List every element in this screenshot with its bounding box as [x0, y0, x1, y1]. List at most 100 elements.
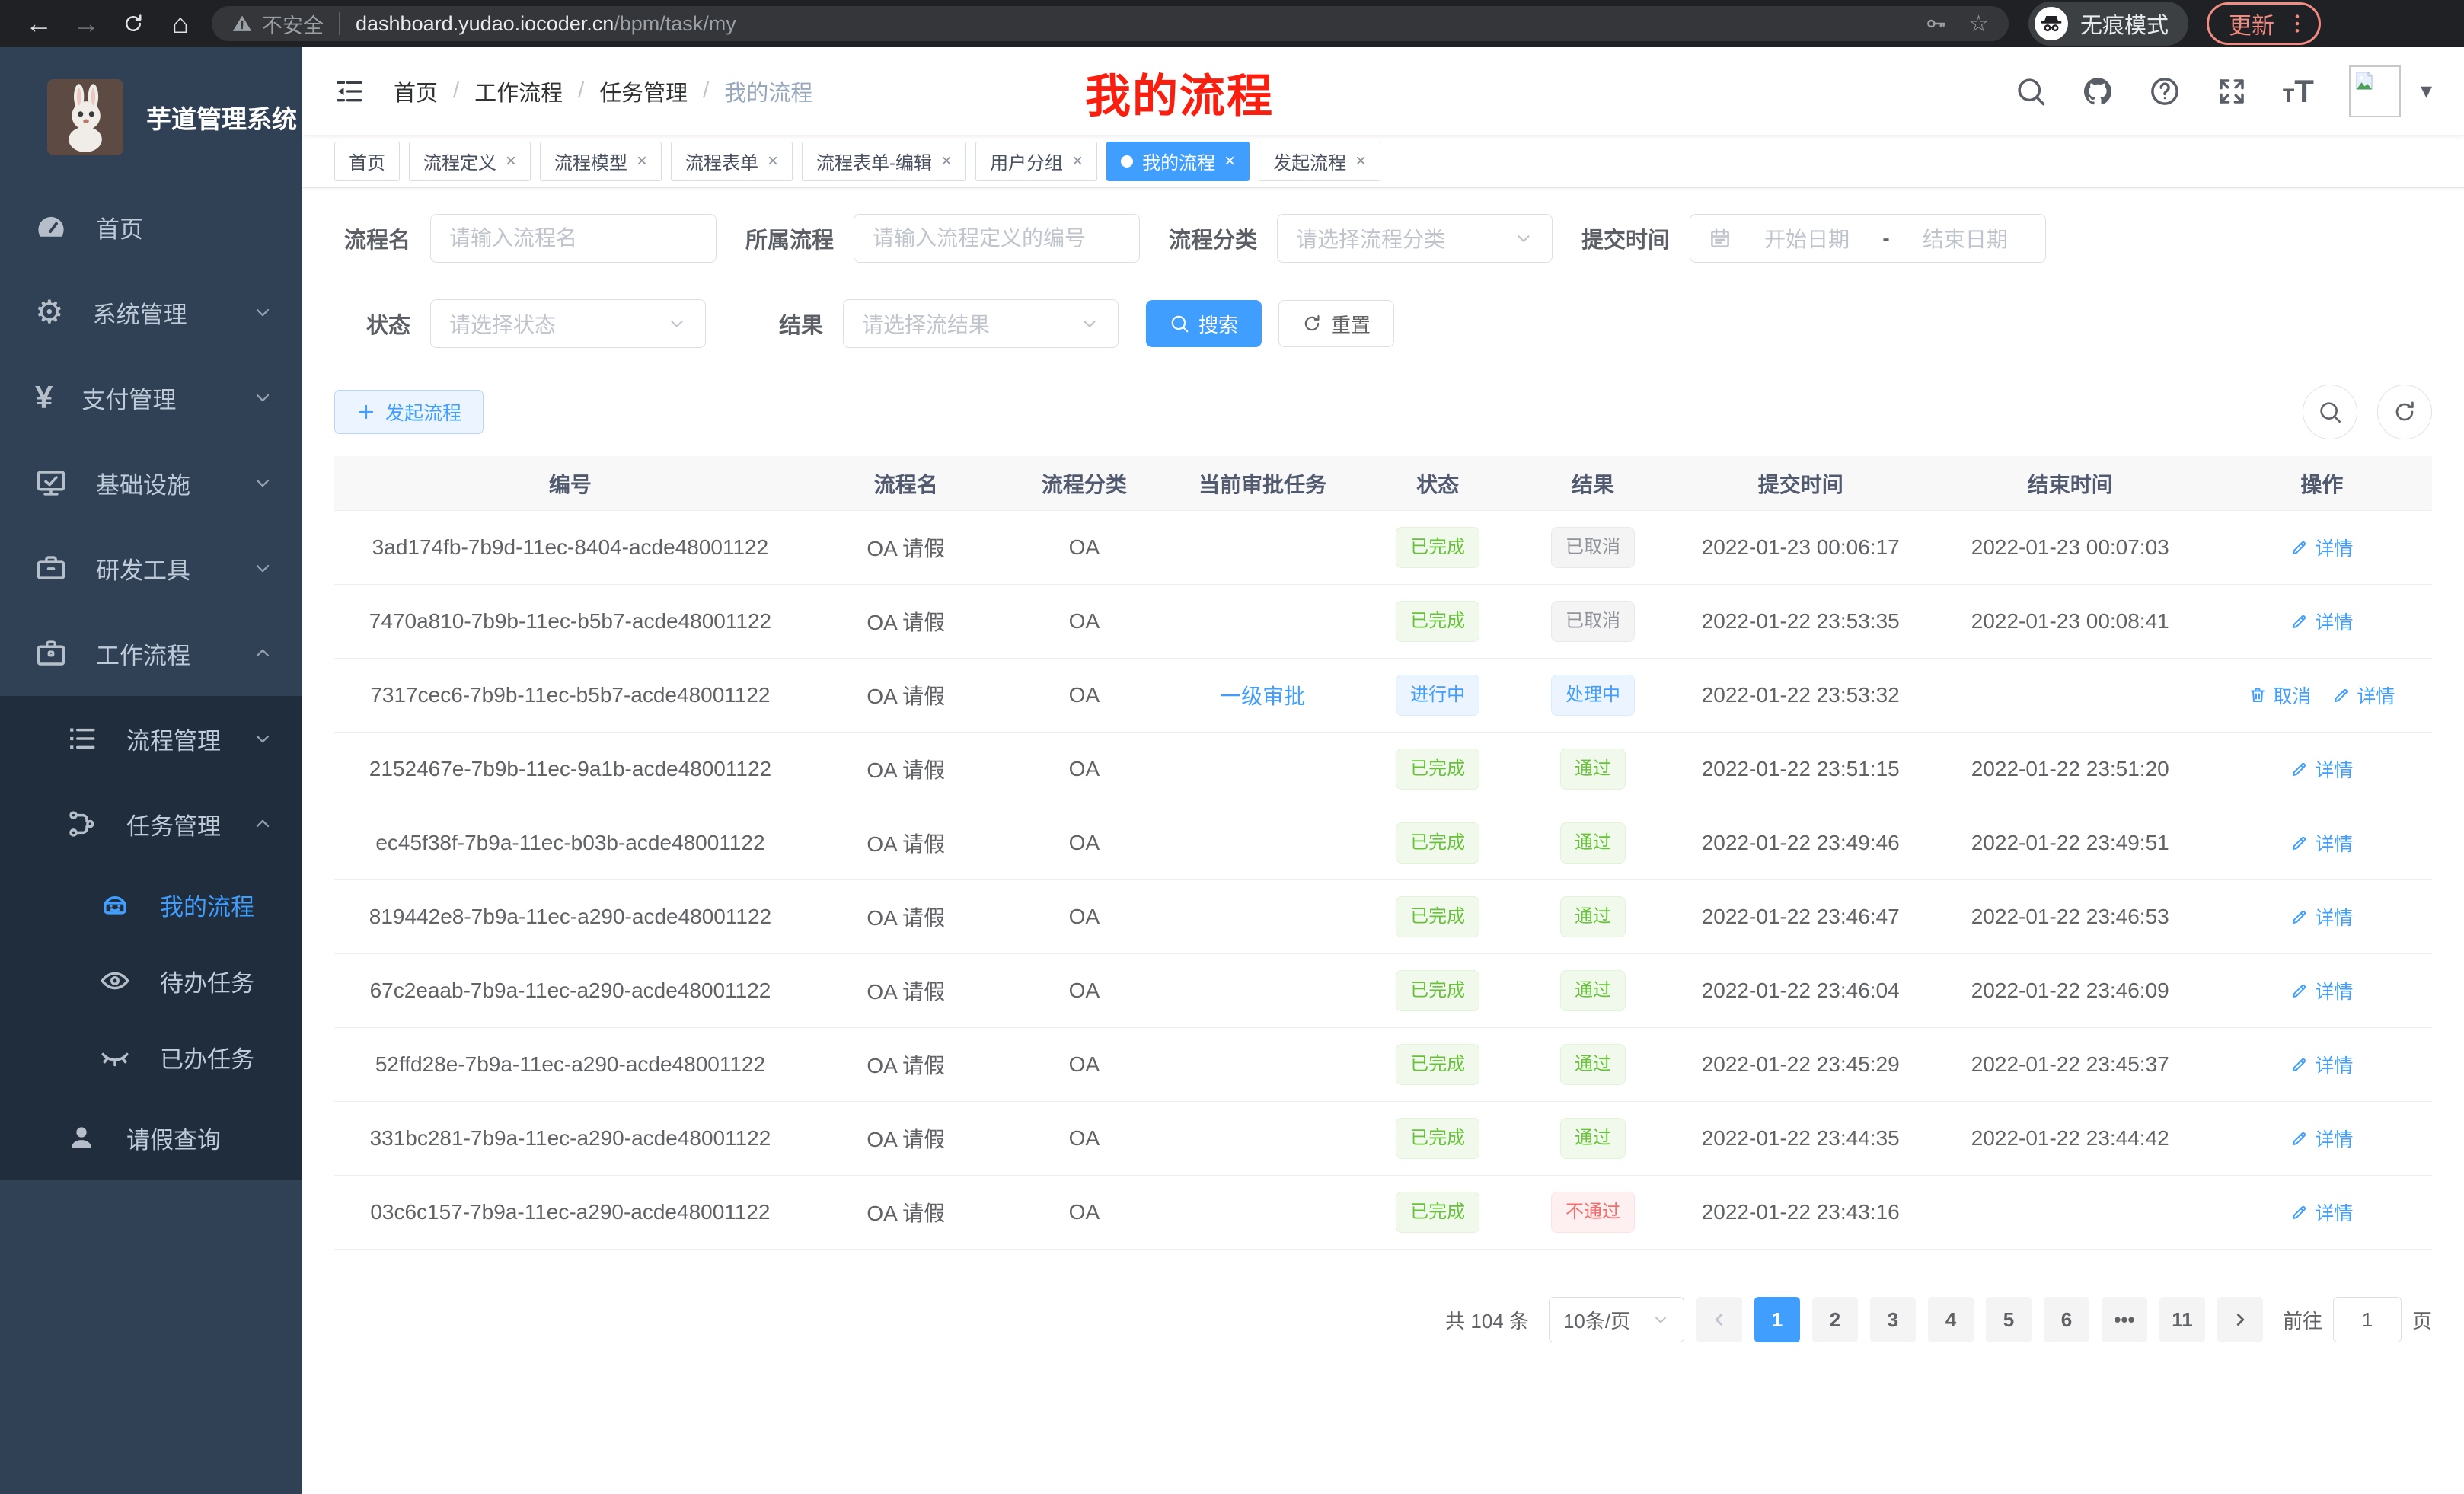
cell-end-time: 2022-01-22 23:46:53 [1929, 905, 2212, 929]
process-definition-input[interactable] [854, 214, 1140, 263]
close-tab-icon[interactable]: × [1224, 151, 1235, 172]
detail-link[interactable]: 详情 [2290, 755, 2353, 783]
table-row: 7317cec6-7b9b-11ec-b5b7-acde48001122OA 请… [334, 659, 2432, 733]
browser-menu-icon[interactable] [2285, 11, 2309, 36]
result-select[interactable]: 请选择流结果 [843, 299, 1119, 348]
goto-page-input[interactable] [2333, 1297, 2402, 1342]
robot-icon [99, 889, 131, 921]
sidebar-item-my-process[interactable]: 我的流程 [0, 867, 302, 943]
breadcrumb-item[interactable]: 工作流程 [474, 75, 563, 107]
close-tab-icon[interactable]: × [637, 151, 647, 172]
close-tab-icon[interactable]: × [941, 151, 952, 172]
reload-icon[interactable] [110, 12, 157, 35]
sidebar-item-system-management[interactable]: ⚙系统管理 [0, 270, 302, 355]
page-button-2[interactable]: 2 [1812, 1297, 1858, 1342]
close-tab-icon[interactable]: × [1072, 151, 1083, 172]
submit-time-range-picker[interactable]: 开始日期 - 结束日期 [1690, 214, 2046, 263]
cell-process-id: 7317cec6-7b9b-11ec-b5b7-acde48001122 [334, 683, 806, 707]
close-tab-icon[interactable]: × [1355, 151, 1366, 172]
key-icon[interactable] [1924, 12, 1947, 35]
breadcrumb-item[interactable]: 任务管理 [599, 75, 688, 107]
sidebar-item-payment-management[interactable]: ¥支付管理 [0, 355, 302, 440]
sidebar-toggle-icon[interactable] [334, 76, 365, 107]
sidebar-item-todo-tasks[interactable]: 待办任务 [0, 943, 302, 1019]
detail-link[interactable]: 详情 [2290, 1125, 2353, 1152]
tab-流程表单[interactable]: 流程表单× [671, 142, 793, 181]
sidebar-item-label: 基础设施 [96, 466, 252, 500]
tab-流程表单-编辑[interactable]: 流程表单-编辑× [802, 142, 966, 181]
cell-process-category: OA [1006, 609, 1163, 634]
detail-link[interactable]: 详情 [2290, 1051, 2353, 1078]
breadcrumb-item[interactable]: 首页 [394, 75, 438, 107]
tab-用户分组[interactable]: 用户分组× [975, 142, 1097, 181]
cell-status: 已完成 [1362, 601, 1513, 642]
forward-icon[interactable]: → [62, 8, 110, 40]
close-tab-icon[interactable]: × [768, 151, 778, 172]
tab-我的流程[interactable]: 我的流程× [1106, 142, 1250, 181]
status-badge: 已完成 [1396, 1118, 1479, 1159]
current-task-link[interactable]: 一级审批 [1220, 685, 1305, 708]
page-size-select[interactable]: 10条/页 [1549, 1297, 1684, 1342]
url-divider [339, 12, 340, 35]
sidebar-item-home[interactable]: 首页 [0, 184, 302, 270]
avatar[interactable] [2349, 65, 2401, 117]
tab-流程定义[interactable]: 流程定义× [409, 142, 531, 181]
tab-首页[interactable]: 首页 [334, 142, 400, 181]
github-icon[interactable] [2082, 75, 2114, 107]
page-button-4[interactable]: 4 [1928, 1297, 1974, 1342]
breadcrumb-separator: / [453, 78, 459, 104]
page-button-11[interactable]: 11 [2159, 1297, 2205, 1342]
back-icon[interactable]: ← [15, 8, 62, 40]
page-ellipsis[interactable]: ••• [2102, 1297, 2147, 1342]
app-logo[interactable]: 芋道管理系统 [0, 47, 302, 184]
sidebar-item-done-tasks[interactable]: 已办任务 [0, 1019, 302, 1095]
refresh-table-icon[interactable] [2377, 385, 2432, 439]
search-icon[interactable] [2015, 75, 2047, 107]
detail-link[interactable]: 详情 [2290, 829, 2353, 857]
update-button[interactable]: 更新 [2207, 2, 2321, 45]
show-search-icon[interactable] [2303, 385, 2357, 439]
sidebar-item-workflow[interactable]: 工作流程 [0, 611, 302, 696]
detail-link[interactable]: 详情 [2290, 608, 2353, 635]
bookmark-star-icon[interactable]: ☆ [1968, 11, 1989, 37]
process-category-select[interactable]: 请选择流程分类 [1277, 214, 1553, 263]
address-bar[interactable]: 不安全 dashboard.yudao.iocoder.cn/bpm/task/… [212, 6, 2009, 41]
sidebar-item-process-management[interactable]: 流程管理 [0, 696, 302, 781]
cell-process-id: 819442e8-7b9a-11ec-a290-acde48001122 [334, 905, 806, 929]
reset-button[interactable]: 重置 [1278, 300, 1394, 347]
page-button-5[interactable]: 5 [1986, 1297, 2032, 1342]
detail-link[interactable]: 详情 [2332, 682, 2395, 709]
tags-view: 首页流程定义×流程模型×流程表单×流程表单-编辑×用户分组×我的流程×发起流程× [302, 135, 2464, 188]
user-menu-caret-icon[interactable]: ▾ [2421, 78, 2432, 104]
detail-link[interactable]: 详情 [2290, 977, 2353, 1004]
close-tab-icon[interactable]: × [506, 151, 516, 172]
tab-流程模型[interactable]: 流程模型× [540, 142, 662, 181]
cell-process-category: OA [1006, 905, 1163, 929]
search-button[interactable]: 搜索 [1146, 300, 1262, 347]
detail-link[interactable]: 详情 [2290, 903, 2353, 931]
cancel-link[interactable]: 取消 [2249, 682, 2311, 709]
home-icon[interactable]: ⌂ [157, 8, 204, 40]
sidebar-item-leave-query[interactable]: 请假查询 [0, 1095, 302, 1180]
page-button-3[interactable]: 3 [1870, 1297, 1916, 1342]
sidebar-item-task-management[interactable]: 任务管理 [0, 781, 302, 867]
detail-link[interactable]: 详情 [2290, 1199, 2353, 1226]
chevron-down-icon [1080, 314, 1100, 334]
goto-page: 前往 页 [2283, 1297, 2432, 1342]
sidebar-item-dev-tools[interactable]: 研发工具 [0, 525, 302, 611]
prev-page-button[interactable] [1696, 1297, 1742, 1342]
cell-actions: 详情 [2212, 1051, 2432, 1079]
font-size-icon[interactable]: TT [2283, 75, 2314, 107]
process-name-input[interactable] [430, 214, 717, 263]
fullscreen-icon[interactable] [2216, 75, 2248, 107]
status-badge: 已完成 [1396, 1192, 1479, 1233]
detail-link[interactable]: 详情 [2290, 534, 2353, 561]
next-page-button[interactable] [2217, 1297, 2263, 1342]
help-icon[interactable] [2149, 75, 2181, 107]
sidebar-item-infrastructure[interactable]: 基础设施 [0, 440, 302, 525]
page-button-1[interactable]: 1 [1754, 1297, 1800, 1342]
create-process-button[interactable]: 发起流程 [334, 390, 484, 434]
status-select[interactable]: 请选择状态 [430, 299, 706, 348]
tab-发起流程[interactable]: 发起流程× [1259, 142, 1380, 181]
page-button-6[interactable]: 6 [2044, 1297, 2089, 1342]
